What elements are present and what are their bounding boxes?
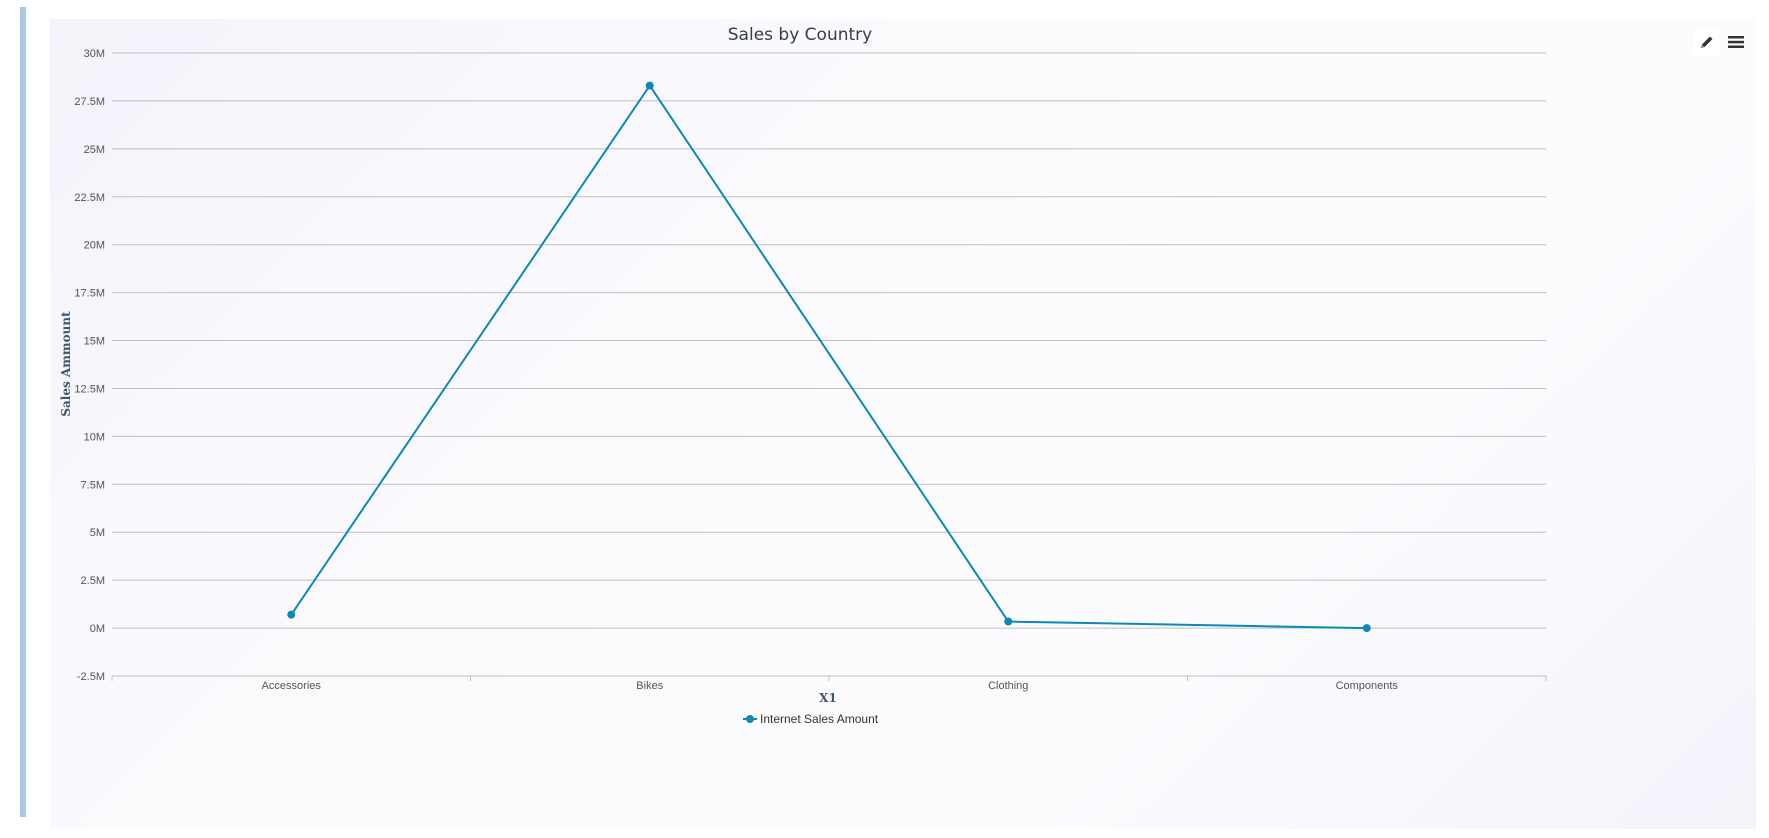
y-tick-label: -2.5M <box>77 671 105 683</box>
data-point-accessories[interactable] <box>287 610 296 619</box>
y-tick-label: 15M <box>84 336 105 348</box>
x-tick-label: Accessories <box>262 680 322 692</box>
grid-lines <box>112 52 1546 677</box>
data-point-clothing[interactable] <box>1004 617 1013 626</box>
data-point-components[interactable] <box>1362 624 1371 633</box>
left-accent-bar <box>20 7 26 817</box>
legend-symbol-marker <box>746 715 754 723</box>
x-tick-label: Clothing <box>988 680 1028 692</box>
series-line <box>290 84 1367 630</box>
x-tick-label: Bikes <box>636 680 663 692</box>
y-tick-label: 7.5M <box>81 479 105 491</box>
edit-chart-button[interactable] <box>1694 29 1720 55</box>
y-axis-title: Sales Ammount <box>59 311 73 417</box>
legend-item-label: Internet Sales Amount <box>760 712 879 726</box>
chart-menu-button[interactable] <box>1723 29 1749 55</box>
y-tick-label: 10M <box>84 431 105 443</box>
x-tick-label: Components <box>1336 680 1399 692</box>
hamburger-menu-icon <box>1728 36 1744 48</box>
y-tick-label: 20M <box>84 240 105 252</box>
y-axis-ticks: -2.5M 0M 2.5M 5M 7.5M 10M 12.5M 15M 17.5M 20M 22.5… <box>74 48 105 683</box>
y-tick-label: 25M <box>84 144 105 156</box>
y-tick-label: 0M <box>90 623 105 635</box>
y-tick-label: 30M <box>84 48 105 60</box>
y-tick-label: 12.5M <box>74 383 105 395</box>
series-internet-sales-amount <box>287 81 1371 633</box>
line-chart: Sales by Country -2.5M 0M 2.5M 5M 7.5M 10M 12.… <box>59 25 1547 726</box>
y-tick-label: 27.5M <box>74 96 105 108</box>
chart-title: Sales by Country <box>728 25 872 45</box>
data-point-bikes[interactable] <box>645 81 654 90</box>
y-tick-label: 5M <box>90 527 105 539</box>
y-tick-label: 22.5M <box>74 192 105 204</box>
chart-panel: Sales by Country -2.5M 0M 2.5M 5M 7.5M 10M 12.… <box>50 19 1756 829</box>
y-tick-label: 2.5M <box>81 575 105 587</box>
y-tick-label: 17.5M <box>74 288 105 300</box>
x-axis: Accessories Bikes Clothing Components <box>111 675 1547 692</box>
pencil-icon <box>1701 36 1713 48</box>
x-axis-title: X1 <box>819 691 837 705</box>
legend[interactable]: Internet Sales Amount <box>743 712 879 726</box>
